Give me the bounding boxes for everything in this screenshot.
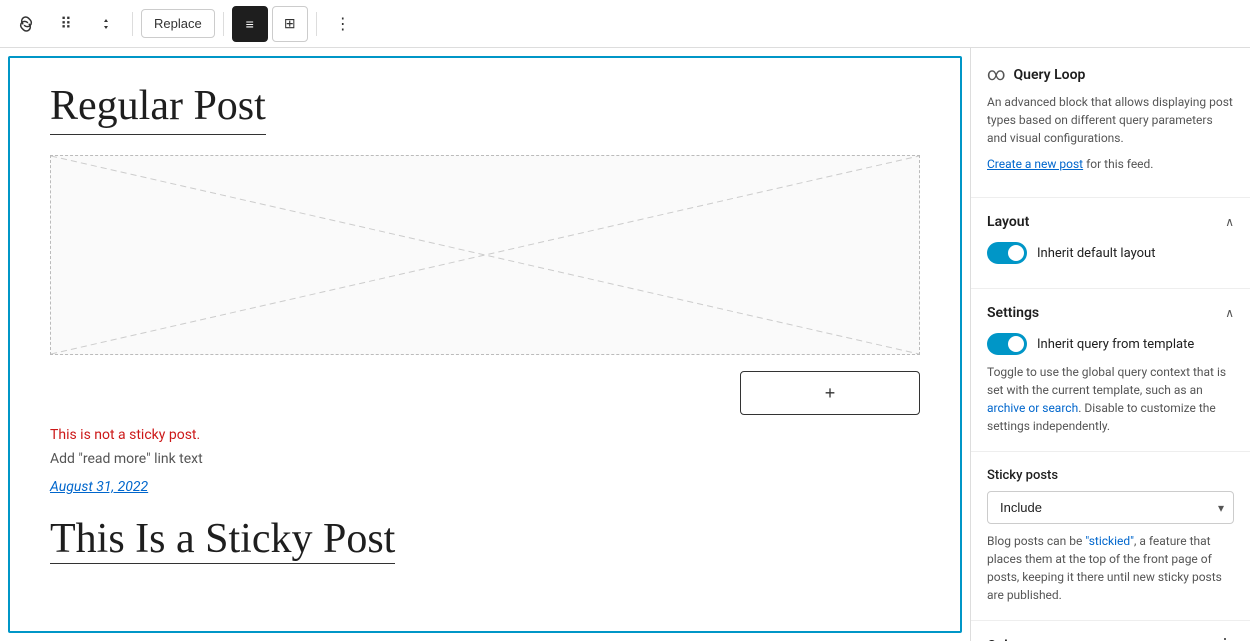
separator2 (223, 12, 224, 36)
main-layout: Regular Post + This is not a sticky post… (0, 48, 1250, 641)
post-date-link[interactable]: August 31, 2022 (50, 479, 920, 495)
sticky-post-title: This Is a Sticky Post (50, 515, 395, 564)
query-loop-description: An advanced block that allows displaying… (987, 93, 1234, 147)
query-loop-title: Query Loop (1014, 67, 1086, 83)
sticky-posts-label: Sticky posts (987, 468, 1234, 483)
settings-description: Toggle to use the global query context t… (987, 363, 1234, 435)
grid-view-button[interactable]: ⊞ (272, 6, 308, 42)
sticky-posts-description: Blog posts can be "stickied", a feature … (987, 532, 1234, 604)
separator3 (316, 12, 317, 36)
layout-section: Layout ∧ Inherit default layout (971, 198, 1250, 289)
more-options-button[interactable]: ⋮ (325, 6, 361, 42)
settings-toggle-row: Inherit query from template (987, 333, 1234, 355)
add-block-button[interactable]: + (740, 371, 920, 415)
settings-section-header: Settings ∧ (987, 305, 1234, 321)
query-loop-link-text: Create a new post for this feed. (987, 155, 1234, 173)
inherit-query-label: Inherit query from template (1037, 337, 1194, 352)
list-view-button[interactable]: ≡ (232, 6, 268, 42)
inherit-query-toggle[interactable] (987, 333, 1027, 355)
layout-chevron-icon[interactable]: ∧ (1225, 215, 1234, 229)
sidebar: ∞ Query Loop An advanced block that allo… (970, 48, 1250, 641)
layout-toggle-row: Inherit default layout (987, 242, 1234, 264)
drag-handle-button[interactable]: ⠿ (48, 6, 84, 42)
chain-icon-button[interactable] (8, 6, 44, 42)
layout-section-header: Layout ∧ (987, 214, 1234, 230)
create-new-post-link[interactable]: Create a new post (987, 157, 1083, 171)
settings-section: Settings ∧ Inherit query from template T… (971, 289, 1250, 452)
query-loop-icon: ∞ (987, 64, 1006, 85)
query-loop-section: ∞ Query Loop An advanced block that allo… (971, 48, 1250, 198)
sticky-status-text: This is not a sticky post. (50, 427, 920, 443)
settings-section-title: Settings (987, 305, 1039, 321)
move-button[interactable] (88, 6, 124, 42)
color-section-title: Color (987, 638, 1021, 641)
color-more-options-button[interactable]: ⋮ (1216, 635, 1234, 641)
settings-chevron-icon[interactable]: ∧ (1225, 306, 1234, 320)
read-more-text: Add "read more" link text (50, 451, 920, 467)
sticky-posts-select-wrapper: Include Exclude Only ▾ (987, 491, 1234, 524)
inherit-layout-toggle[interactable] (987, 242, 1027, 264)
layout-section-title: Layout (987, 214, 1029, 230)
color-section: Color ⋮ (971, 621, 1250, 641)
grid-view-icon: ⊞ (284, 15, 296, 32)
query-loop-header: ∞ Query Loop (987, 64, 1234, 85)
replace-button[interactable]: Replace (141, 9, 215, 38)
drag-icon: ⠿ (60, 14, 72, 34)
post-title: Regular Post (50, 82, 266, 135)
editor-area: Regular Post + This is not a sticky post… (8, 56, 962, 633)
image-placeholder (50, 155, 920, 355)
separator (132, 12, 133, 36)
sticky-posts-select[interactable]: Include Exclude Only (987, 491, 1234, 524)
inherit-layout-label: Inherit default layout (1037, 246, 1155, 261)
sticky-posts-section: Sticky posts Include Exclude Only ▾ Blog… (971, 452, 1250, 621)
editor-toolbar: ⠿ Replace ≡ ⊞ ⋮ (0, 0, 1250, 48)
list-view-icon: ≡ (246, 16, 254, 32)
more-icon: ⋮ (335, 14, 351, 34)
